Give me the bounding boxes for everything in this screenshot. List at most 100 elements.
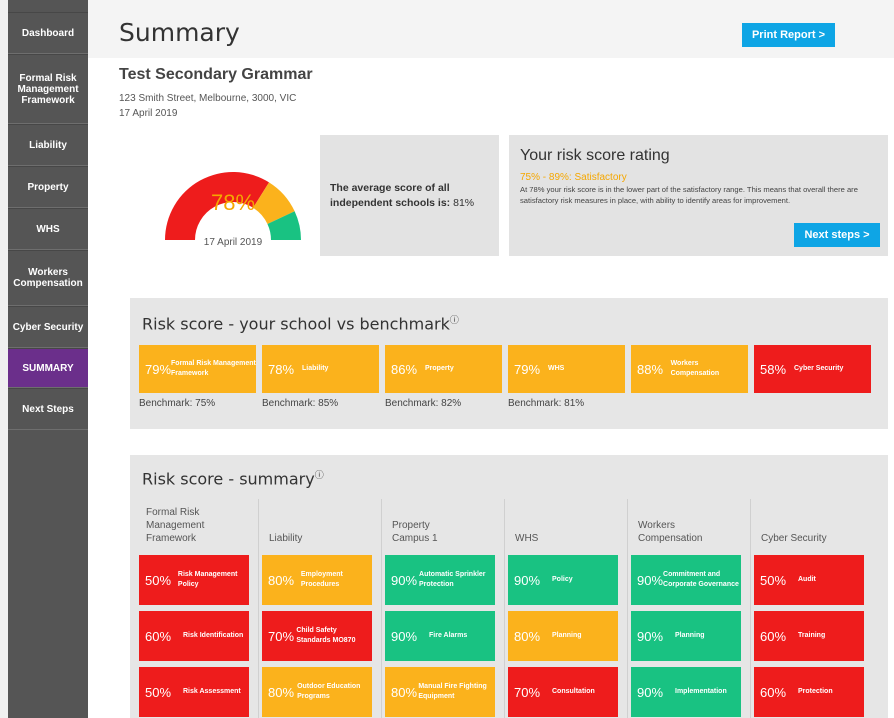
score-tile[interactable]: 86% Property bbox=[385, 345, 502, 393]
summary-title-text: Risk score - summary bbox=[142, 469, 315, 489]
rating-description: At 78% your risk score is in the lower p… bbox=[520, 185, 858, 205]
tile-label: Cyber Security bbox=[794, 365, 844, 372]
sidebar-item-label: Formal Risk Management Framework bbox=[17, 72, 79, 106]
score-tile[interactable]: 50% Risk Assessment bbox=[139, 667, 249, 717]
sidebar-item-label: WHS bbox=[36, 223, 60, 235]
sidebar-item-property[interactable]: Property bbox=[8, 166, 88, 208]
rating-range: 75% - 89%: Satisfactory bbox=[520, 172, 627, 183]
tile-label: Implementation bbox=[675, 688, 727, 695]
info-icon[interactable]: ⓘ bbox=[315, 471, 324, 481]
tile-percent: 80% bbox=[268, 572, 295, 588]
tile-percent: 58% bbox=[760, 361, 787, 377]
sidebar: Dashboard Formal Risk Management Framewo… bbox=[0, 0, 88, 718]
tile-percent: 88% bbox=[637, 361, 664, 377]
summary-title: Risk score - summaryⓘ bbox=[142, 468, 324, 488]
score-tile[interactable]: 60% Protection bbox=[754, 667, 864, 717]
tile-percent: 60% bbox=[145, 628, 172, 644]
tile-percent: 78% bbox=[268, 361, 295, 377]
score-tile[interactable]: 80% Planning bbox=[508, 611, 618, 661]
sidebar-item-whs[interactable]: WHS bbox=[8, 208, 88, 250]
benchmark-title: Risk score - your school vs benchmarkⓘ bbox=[142, 313, 459, 333]
summary-column-heading: WHS bbox=[515, 533, 539, 544]
tile-label: Risk Identification bbox=[183, 632, 244, 639]
score-tile[interactable]: 78% Liability bbox=[262, 345, 379, 393]
column-divider bbox=[381, 499, 382, 718]
score-tile[interactable]: 60% Training bbox=[754, 611, 864, 661]
score-tile[interactable]: 70% Child Safety Standards MO870 bbox=[262, 611, 372, 661]
sidebar-item-workers-compensation[interactable]: Workers Compensation bbox=[8, 250, 88, 306]
print-report-button[interactable]: Print Report > bbox=[742, 23, 835, 47]
tile-label: Property bbox=[425, 365, 454, 372]
tile-label: Employment Procedures bbox=[300, 571, 343, 588]
tile-percent: 80% bbox=[391, 684, 418, 700]
next-steps-button[interactable]: Next steps > bbox=[794, 223, 880, 247]
tile-label: Workers Compensation bbox=[670, 360, 720, 377]
sidebar-item-next-steps[interactable]: Next Steps bbox=[8, 388, 88, 430]
score-tile[interactable]: 60% Risk Identification bbox=[139, 611, 249, 661]
sidebar-item-label: SUMMARY bbox=[22, 362, 74, 374]
summary-column-heading: Cyber Security bbox=[761, 533, 827, 544]
tile-percent: 60% bbox=[760, 684, 787, 700]
info-icon[interactable]: ⓘ bbox=[450, 316, 459, 326]
rating-title: Your risk score rating bbox=[520, 147, 670, 164]
sidebar-item-label: Next Steps bbox=[22, 403, 74, 415]
score-tile[interactable]: 80% Outdoor Education Programs bbox=[262, 667, 372, 717]
tile-percent: 90% bbox=[391, 628, 418, 644]
tile-percent: 70% bbox=[268, 628, 295, 644]
score-tile[interactable]: 50% Audit bbox=[754, 555, 864, 605]
score-tile[interactable]: 58% Cyber Security bbox=[754, 345, 871, 393]
school-name: Test Secondary Grammar bbox=[119, 66, 313, 83]
sidebar-item-summary[interactable]: SUMMARY bbox=[8, 348, 88, 388]
column-divider bbox=[627, 499, 628, 718]
benchmark-value: Benchmark: 85% bbox=[262, 398, 339, 409]
score-tile[interactable]: 80% Manual Fire Fighting Equipment bbox=[385, 667, 495, 717]
tile-percent: 50% bbox=[145, 572, 172, 588]
tile-percent: 86% bbox=[391, 361, 418, 377]
summary-column-heading: Property Campus 1 bbox=[392, 520, 438, 544]
score-tile[interactable]: 90% Commitment and Corporate Governance bbox=[631, 555, 741, 605]
tile-percent: 60% bbox=[760, 628, 787, 644]
score-tile[interactable]: 88% Workers Compensation bbox=[631, 345, 748, 393]
summary-panel: Risk score - summaryⓘ Formal Risk Manage… bbox=[130, 455, 888, 718]
score-tile[interactable]: 90% Automatic Sprinkler Protection bbox=[385, 555, 495, 605]
tile-label: Automatic Sprinkler Protection bbox=[419, 571, 486, 588]
sidebar-item-cyber-security[interactable]: Cyber Security bbox=[8, 306, 88, 348]
tile-label: Training bbox=[798, 632, 826, 639]
column-divider bbox=[750, 499, 751, 718]
column-divider bbox=[258, 499, 259, 718]
average-score-label: The average score of all independent sch… bbox=[330, 182, 451, 209]
score-tile[interactable]: 90% Implementation bbox=[631, 667, 741, 717]
benchmark-value: Benchmark: 81% bbox=[508, 398, 585, 409]
sidebar-item-formal-risk[interactable]: Formal Risk Management Framework bbox=[8, 54, 88, 124]
sidebar-item-label: Property bbox=[27, 181, 69, 193]
tile-label: Child Safety Standards MO870 bbox=[296, 627, 356, 644]
sidebar-item-liability[interactable]: Liability bbox=[8, 124, 88, 166]
report-content: Test Secondary Grammar 123 Smith Street,… bbox=[88, 58, 894, 718]
score-tile[interactable]: 90% Fire Alarms bbox=[385, 611, 495, 661]
tile-label: Planning bbox=[675, 632, 705, 639]
gauge-score: 78% bbox=[210, 190, 256, 215]
main-area: Summary Print Report > Test Secondary Gr… bbox=[88, 0, 894, 718]
sidebar-item-label: Cyber Security bbox=[12, 321, 84, 333]
score-tile[interactable]: 79% Formal Risk Management Framework bbox=[139, 345, 256, 393]
score-tile[interactable]: 90% Policy bbox=[508, 555, 618, 605]
score-tile[interactable]: 90% Planning bbox=[631, 611, 741, 661]
sidebar-item-label: Workers Compensation bbox=[13, 267, 83, 289]
tile-percent: 80% bbox=[268, 684, 295, 700]
score-tile[interactable]: 80% Employment Procedures bbox=[262, 555, 372, 605]
score-tile[interactable]: 50% Risk Management Policy bbox=[139, 555, 249, 605]
tile-label: Fire Alarms bbox=[429, 632, 468, 639]
average-score-value: 81% bbox=[453, 197, 475, 209]
sidebar-item-dashboard[interactable]: Dashboard bbox=[8, 12, 88, 54]
tile-label: Audit bbox=[798, 576, 816, 583]
tile-percent: 79% bbox=[145, 361, 172, 377]
score-tile[interactable]: 70% Consultation bbox=[508, 667, 618, 717]
tile-percent: 90% bbox=[514, 572, 541, 588]
score-tile[interactable]: 79% WHS bbox=[508, 345, 625, 393]
benchmark-value: Benchmark: 82% bbox=[385, 398, 462, 409]
tile-label: Liability bbox=[302, 365, 329, 372]
tile-percent: 70% bbox=[514, 684, 541, 700]
tile-label: WHS bbox=[548, 365, 565, 372]
average-score-text: The average score of all independent sch… bbox=[330, 181, 492, 211]
tile-percent: 90% bbox=[637, 684, 664, 700]
